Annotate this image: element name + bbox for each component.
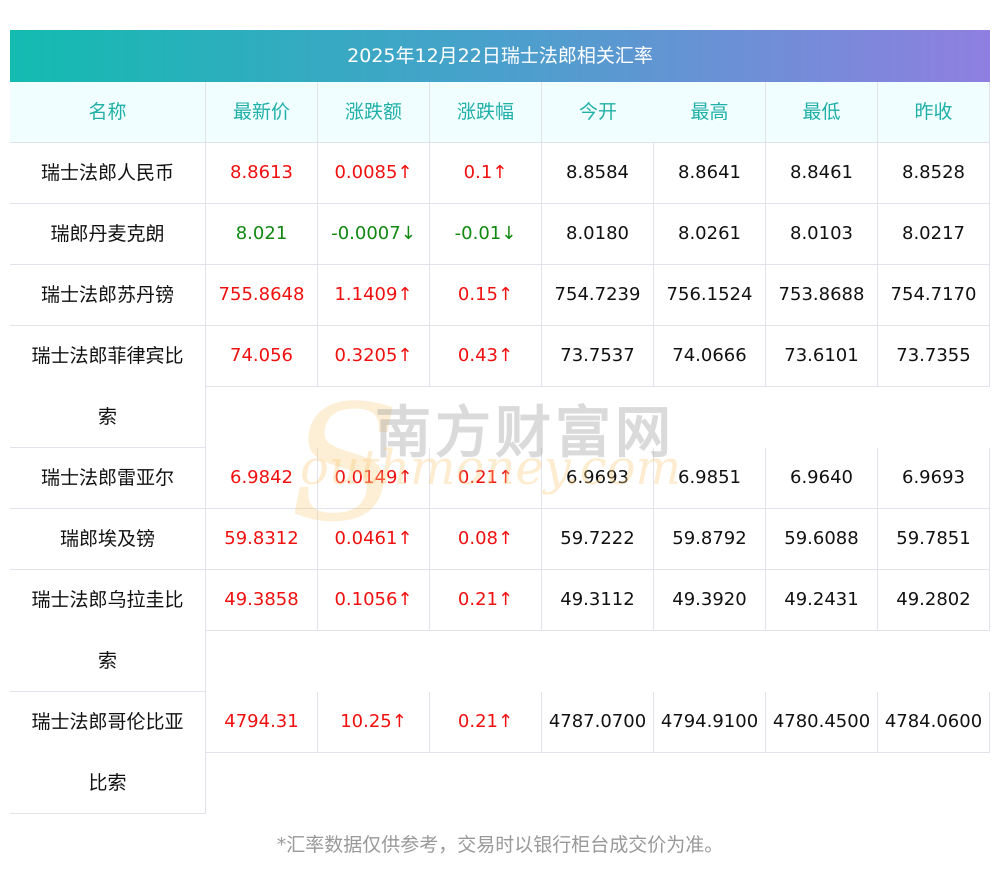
column-header: 昨收	[878, 82, 990, 142]
cell: -0.01↓	[430, 204, 542, 265]
cell: -0.0007↓	[318, 204, 430, 265]
cell: 4784.0600	[878, 692, 990, 753]
cell: 6.9693	[878, 448, 990, 509]
cell: 8.8461	[766, 143, 878, 204]
name-line: 瑞士法郎人民币	[40, 162, 174, 184]
cell: 4794.9100	[654, 692, 766, 753]
column-header: 最新价	[206, 82, 318, 142]
cell: 0.08↑	[430, 509, 542, 570]
cell: 8.8641	[654, 143, 766, 204]
column-header: 最高	[654, 82, 766, 142]
cell: 6.9693	[542, 448, 654, 509]
cell: 0.21↑	[430, 692, 542, 753]
cell: 4787.0700	[542, 692, 654, 753]
cell: 73.6101	[766, 326, 878, 387]
table-row: 瑞士法郎乌拉圭比索 49.3858 0.1056↑ 0.21↑ 49.3112 49.39…	[10, 570, 990, 692]
column-header: 涨跌幅	[430, 82, 542, 142]
cell: 6.9851	[654, 448, 766, 509]
cell: 59.7851	[878, 509, 990, 570]
cell: 10.25↑	[318, 692, 430, 753]
cell: 0.1056↑	[318, 570, 430, 631]
cell: 8.0103	[766, 204, 878, 265]
cell: 74.056	[206, 326, 318, 387]
cell: 74.0666	[654, 326, 766, 387]
name-line: 瑞士法郎菲律宾比	[31, 345, 184, 367]
cell: 0.15↑	[430, 265, 542, 326]
cell: 0.0461↑	[318, 509, 430, 570]
name-line: 索	[97, 650, 117, 672]
cell: 1.1409↑	[318, 265, 430, 326]
cell: 49.3112	[542, 570, 654, 631]
table-row: 瑞郎丹麦克朗 8.021 -0.0007↓ -0.01↓ 8.0180 8.0261 8.0…	[10, 204, 990, 265]
cell: 59.8312	[206, 509, 318, 570]
currency-name: 瑞士法郎乌拉圭比索	[10, 570, 206, 692]
column-header: 名称	[10, 82, 206, 142]
table-header: 名称 最新价 涨跌额 涨跌幅 今开 最高 最低 昨收	[10, 82, 990, 143]
cell: 0.43↑	[430, 326, 542, 387]
table-row: 瑞郎埃及镑 59.8312 0.0461↑ 0.08↑ 59.7222 59.8792 59…	[10, 509, 990, 570]
column-header: 涨跌额	[318, 82, 430, 142]
currency-name: 瑞士法郎雷亚尔	[10, 448, 206, 509]
currency-name: 瑞士法郎人民币	[10, 143, 206, 204]
cell: 0.21↑	[430, 570, 542, 631]
cell: 756.1524	[654, 265, 766, 326]
cell: 8.8613	[206, 143, 318, 204]
name-line: 索	[97, 406, 117, 428]
currency-name: 瑞士法郎哥伦比亚 比索	[10, 692, 206, 814]
cell: 753.8688	[766, 265, 878, 326]
cell: 755.8648	[206, 265, 318, 326]
table-row: 瑞士法郎菲律宾比索 74.056 0.3205↑ 0.43↑ 73.7537 74.066…	[10, 326, 990, 448]
name-line: 瑞士法郎哥伦比亚	[31, 711, 184, 733]
column-header: 最低	[766, 82, 878, 142]
column-header: 今开	[578, 101, 617, 123]
cell: 59.6088	[766, 509, 878, 570]
cell: 8.8528	[878, 143, 990, 204]
cell: 49.2802	[878, 570, 990, 631]
cell: 754.7170	[878, 265, 990, 326]
table-title: 2025年12月22日瑞士法郎相关汇率	[10, 30, 990, 82]
currency-name: 瑞士法郎苏丹镑	[10, 265, 206, 326]
cell: 8.021	[206, 204, 318, 265]
name-line: 瑞士法郎乌拉圭比	[31, 589, 184, 611]
table-row: 瑞士法郎哥伦比亚 比索 4794.31 10.25↑ 0.21↑ 4787.0700 479…	[10, 692, 990, 814]
cell: 73.7355	[878, 326, 990, 387]
cell: 8.0261	[654, 204, 766, 265]
cell: 4780.4500	[766, 692, 878, 753]
cell: 4794.31	[206, 692, 318, 753]
cell: 49.2431	[766, 570, 878, 631]
cell: 0.0149↑	[318, 448, 430, 509]
cell: 59.7222	[542, 509, 654, 570]
cell: 49.3858	[206, 570, 318, 631]
cell: 0.21↑	[430, 448, 542, 509]
name-line: 瑞郎埃及镑	[59, 528, 155, 550]
table-row: 瑞士法郎人民币 8.8613 0.0085↑ 0.1↑ 8.8584 8.8641 8.84…	[10, 143, 990, 204]
cell: 59.8792	[654, 509, 766, 570]
table-row: 瑞士法郎雷亚尔 6.9842 0.0149↑ 0.21↑ 6.9693 6.9851 6.9…	[10, 448, 990, 509]
cell: 49.3920	[654, 570, 766, 631]
name-line: 瑞郎丹麦克朗	[50, 223, 165, 245]
name-line: 比索	[88, 772, 127, 794]
currency-name: 瑞郎埃及镑	[10, 509, 206, 570]
cell: 754.7239	[542, 265, 654, 326]
cell: 0.0085↑	[318, 143, 430, 204]
currency-name: 瑞士法郎菲律宾比索	[10, 326, 206, 448]
cell: 6.9640	[766, 448, 878, 509]
cell: 6.9842	[206, 448, 318, 509]
cell: 8.8584	[542, 143, 654, 204]
table-row: 瑞士法郎苏丹镑 755.8648 1.1409↑ 0.15↑ 754.7239 756.1…	[10, 265, 990, 326]
disclaimer: *汇率数据仅供参考，交易时以银行柜台成交价为准。	[276, 834, 724, 856]
cell: 8.0180	[542, 204, 654, 265]
cell: 73.7537	[542, 326, 654, 387]
cell: 8.0217	[878, 204, 990, 265]
cell: 0.1↑	[430, 143, 542, 204]
cell: 0.3205↑	[318, 326, 430, 387]
currency-name: 瑞郎丹麦克朗	[10, 204, 206, 265]
name-line: 瑞士法郎苏丹镑	[40, 284, 174, 306]
name-line: 瑞士法郎雷亚尔	[40, 467, 174, 489]
